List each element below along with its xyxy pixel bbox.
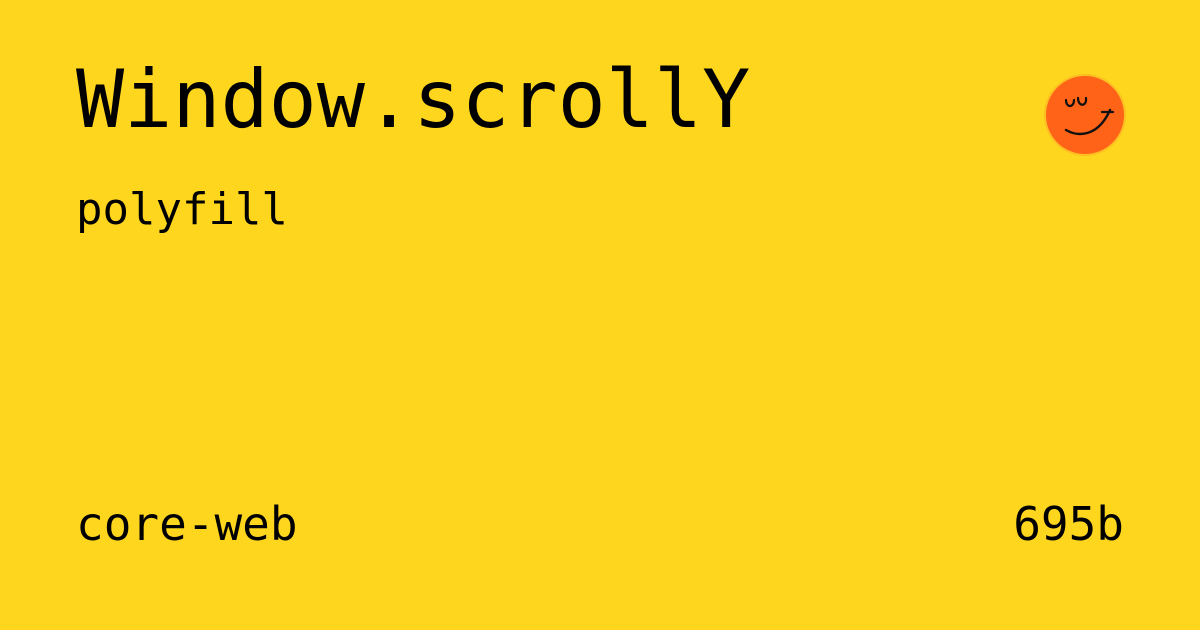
page-title: Window.scrollY xyxy=(76,53,751,146)
size-label: 695b xyxy=(1013,497,1124,551)
subtitle: polyfill xyxy=(76,184,288,235)
smiley-face-icon xyxy=(1044,74,1126,156)
social-card: Window.scrollY polyfill core-web 695b xyxy=(0,0,1200,630)
category-label: core-web xyxy=(76,497,298,551)
